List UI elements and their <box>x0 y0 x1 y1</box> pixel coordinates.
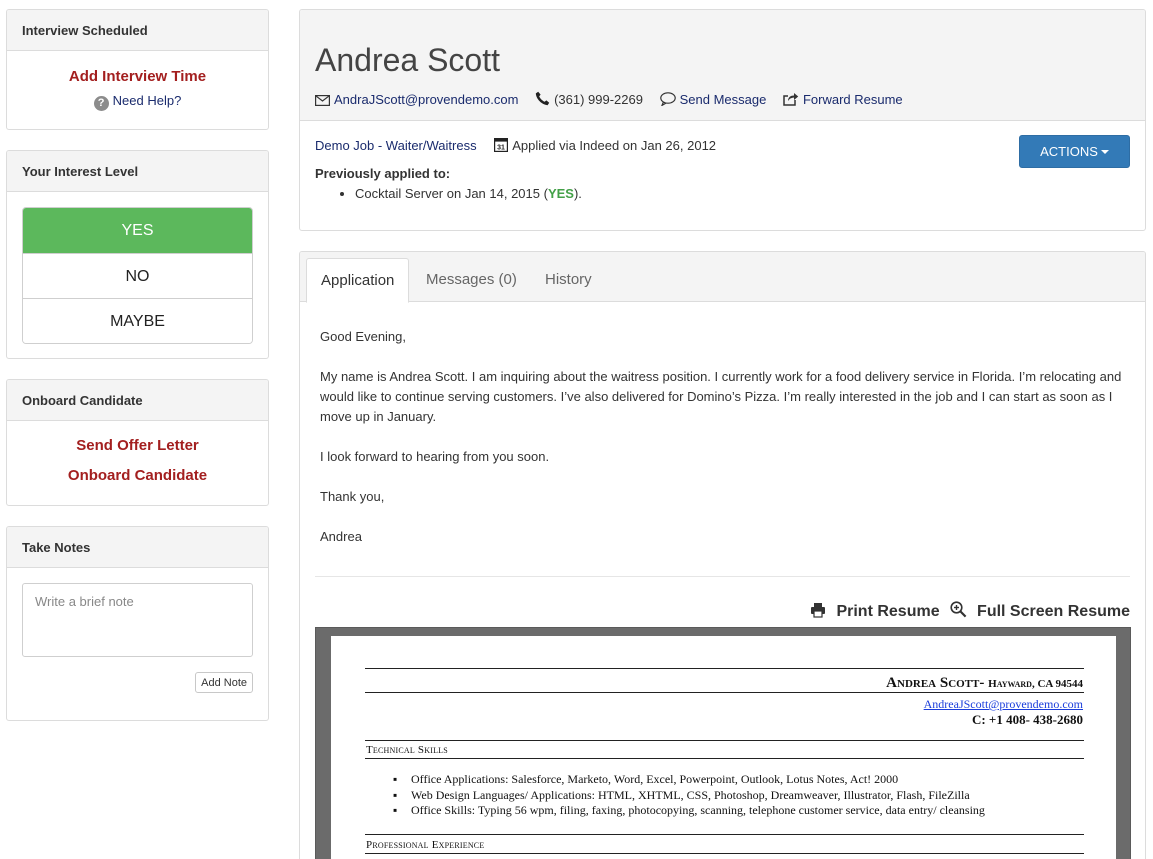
resume-viewer[interactable]: Andrea Scott- Hayward, CA 94544 AndreaJS… <box>315 627 1131 859</box>
need-help-label: Need Help? <box>112 93 182 108</box>
previous-applications-list: Cocktail Server on Jan 14, 2015 (YES). <box>315 186 1130 201</box>
add-note-button[interactable]: Add Note <box>195 672 253 693</box>
interest-yes-button[interactable]: YES <box>23 208 252 253</box>
letter-signature: Andrea <box>320 529 362 544</box>
list-item: Cocktail Server on Jan 14, 2015 (YES). <box>355 186 1130 201</box>
resume-page: Andrea Scott- Hayward, CA 94544 AndreaJS… <box>331 636 1116 859</box>
resume-section-experience: Professional Experience <box>366 839 485 851</box>
list-item: Office Applications: Salesforce, Marketo… <box>395 772 985 788</box>
print-resume-button[interactable]: Print Resume <box>810 603 944 620</box>
calendar-day: 31 <box>497 144 505 151</box>
cover-letter: Good Evening, My name is Andrea Scott. I… <box>300 327 1145 547</box>
previous-suffix: ). <box>573 186 582 201</box>
onboard-panel: Onboard Candidate Send Offer Letter Onbo… <box>6 379 269 506</box>
letter-closing-line: I look forward to hearing from you soon. <box>320 449 550 464</box>
resume-section-technical-skills: Technical Skills <box>366 744 448 756</box>
interest-maybe-button[interactable]: MAYBE <box>23 298 252 343</box>
candidate-details: Demo Job - Waiter/Waitress 31 Applied via… <box>300 121 1145 201</box>
full-screen-resume-label: Full Screen Resume <box>977 603 1130 620</box>
candidate-panel: Andrea Scott AndraJScott@provendemo.com … <box>299 9 1146 231</box>
send-message-label: Send Message <box>679 92 767 107</box>
printer-icon <box>811 603 826 618</box>
previous-application-text: Cocktail Server on Jan 14, 2015 ( <box>355 186 548 201</box>
resume-name-line: Andrea Scott- Hayward, CA 94544 <box>886 675 1083 691</box>
print-resume-label: Print Resume <box>836 603 940 620</box>
actions-label: ACTIONS <box>1040 144 1098 159</box>
need-help-link[interactable]: ? Need Help? <box>7 93 268 111</box>
previously-applied-title: Previously applied to: <box>315 166 451 181</box>
resume-rule <box>365 758 1084 759</box>
list-item: Office Skills: Typing 56 wpm, filing, fa… <box>395 803 985 819</box>
email-text: AndraJScott@provendemo.com <box>334 92 519 107</box>
onboard-candidate-link[interactable]: Onboard Candidate <box>7 467 268 484</box>
job-line: Demo Job - Waiter/Waitress 31 Applied via… <box>315 137 1130 153</box>
phone-number: (361) 999-2269 <box>535 91 647 107</box>
notes-panel: Take Notes Add Note <box>6 526 269 721</box>
notes-panel-title: Take Notes <box>7 527 268 568</box>
interest-level-group: YES NO MAYBE <box>22 207 253 344</box>
caret-down-icon <box>1100 150 1109 154</box>
interest-level-panel: Your Interest Level YES NO MAYBE <box>6 150 269 359</box>
share-icon <box>783 93 799 106</box>
applied-text: Applied via Indeed on Jan 26, 2012 <box>512 138 717 153</box>
zoom-in-icon <box>950 601 967 618</box>
interest-level-title: Your Interest Level <box>7 151 268 192</box>
resume-name: Andrea Scott <box>886 675 980 691</box>
divider <box>315 576 1130 577</box>
actions-dropdown-button[interactable]: ACTIONS <box>1019 135 1130 168</box>
resume-location: Hayward, CA 94544 <box>988 678 1083 690</box>
resume-rule <box>365 740 1084 741</box>
calendar-icon: 31 <box>494 138 509 152</box>
interview-panel: Interview Scheduled Add Interview Time ?… <box>6 9 269 130</box>
email-link[interactable]: AndraJScott@provendemo.com <box>315 92 522 107</box>
resume-email-link[interactable]: AndreaJScott@provendemo.com <box>924 697 1083 712</box>
send-offer-letter-link[interactable]: Send Offer Letter <box>7 437 268 454</box>
note-input[interactable] <box>22 583 253 657</box>
full-screen-resume-button[interactable]: Full Screen Resume <box>950 601 1130 620</box>
envelope-icon <box>315 95 330 106</box>
letter-signoff: Thank you, <box>320 489 385 504</box>
tab-application[interactable]: Application <box>306 258 410 303</box>
resume-rule <box>365 853 1084 854</box>
interview-panel-title: Interview Scheduled <box>7 10 268 51</box>
onboard-panel-title: Onboard Candidate <box>7 380 268 421</box>
resume-phone: C: +1 408- 438-2680 <box>971 712 1083 727</box>
application-panel: Application Messages (0) History Good Ev… <box>299 251 1146 859</box>
forward-resume-link[interactable]: Forward Resume <box>783 92 903 107</box>
tab-bar: Application Messages (0) History <box>300 252 1145 303</box>
candidate-name: Andrea Scott <box>315 42 500 78</box>
resume-rule <box>365 668 1084 669</box>
list-item: Web Design Languages/ Applications: HTML… <box>395 788 985 804</box>
resume-toolbar: Print Resume Full Screen Resume <box>804 601 1130 621</box>
resume-rule <box>365 834 1084 835</box>
candidate-header: Andrea Scott AndraJScott@provendemo.com … <box>300 10 1145 121</box>
phone-icon <box>535 91 550 106</box>
interest-no-button[interactable]: NO <box>23 253 252 298</box>
contact-bar: AndraJScott@provendemo.com (361) 999-226… <box>315 91 1145 107</box>
tab-messages[interactable]: Messages (0) <box>412 258 531 302</box>
tab-history[interactable]: History <box>531 258 606 302</box>
previous-status: YES <box>547 186 574 201</box>
letter-body: My name is Andrea Scott. I am inquiring … <box>320 369 1122 424</box>
speech-bubble-icon <box>659 92 676 106</box>
resume-skills-list: Office Applications: Salesforce, Marketo… <box>395 772 985 819</box>
add-interview-time-link[interactable]: Add Interview Time <box>7 68 268 85</box>
resume-rule <box>365 692 1084 693</box>
letter-greeting: Good Evening, <box>320 329 407 344</box>
send-message-link[interactable]: Send Message <box>659 92 770 107</box>
job-link[interactable]: Demo Job - Waiter/Waitress <box>315 138 477 153</box>
forward-resume-label: Forward Resume <box>802 92 903 107</box>
phone-text: (361) 999-2269 <box>554 92 643 107</box>
help-icon: ? <box>93 96 109 111</box>
